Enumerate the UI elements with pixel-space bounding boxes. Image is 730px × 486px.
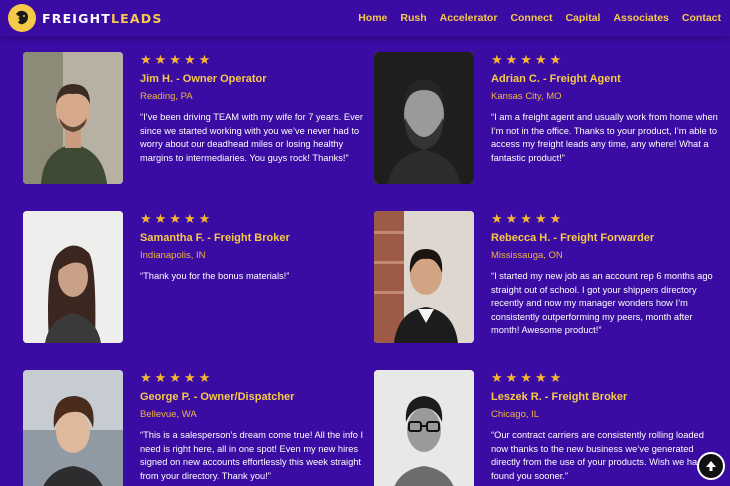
lion-logo-icon: [8, 4, 36, 32]
avatar-rebecca: [374, 211, 474, 343]
avatar-leszek: [374, 370, 474, 486]
testimonial-name: George P. - Owner/Dispatcher: [140, 391, 295, 403]
testimonial-quote: “I’ve been driving TEAM with my wife for…: [140, 112, 364, 163]
brand-name: FREIGHTLEADS: [42, 11, 163, 26]
testimonial-location: Bellevue, WA: [140, 409, 197, 420]
nav-connect[interactable]: Connect: [510, 12, 552, 24]
avatar-jim: [23, 52, 123, 184]
testimonial-quote: “This is a salesperson’s dream come true…: [140, 430, 364, 481]
nav-contact[interactable]: Contact: [682, 12, 721, 24]
main-nav: Home Rush Accelerator Connect Capital As…: [345, 0, 721, 36]
nav-capital[interactable]: Capital: [565, 12, 600, 24]
rating-stars: ★★★★★: [491, 211, 565, 226]
nav-rush[interactable]: Rush: [400, 12, 426, 24]
testimonial-name: Jim H. - Owner Operator: [140, 73, 267, 85]
avatar-adrian: [374, 52, 474, 184]
testimonial-quote: “Thank you for the bonus materials!”: [140, 271, 290, 281]
nav-accelerator[interactable]: Accelerator: [440, 12, 498, 24]
avatar-samantha: [23, 211, 123, 343]
testimonial-name: Rebecca H. - Freight Forwarder: [491, 232, 655, 244]
scroll-to-top-button[interactable]: [697, 452, 725, 480]
testimonial-location: Reading, PA: [140, 91, 193, 102]
testimonial-quote: “Our contract carriers are consistently …: [491, 430, 704, 481]
testimonial-location: Kansas City, MO: [491, 91, 562, 102]
nav-home[interactable]: Home: [358, 12, 387, 24]
brand-name-part1: FREIGHT: [42, 10, 112, 26]
rating-stars: ★★★★★: [491, 52, 565, 67]
brand-logo[interactable]: FREIGHTLEADS: [8, 4, 163, 32]
brand-name-part2: LEADS: [111, 10, 163, 26]
avatar-george: [23, 370, 123, 486]
rating-stars: ★★★★★: [491, 370, 565, 385]
rating-stars: ★★★★★: [140, 52, 214, 67]
top-navbar: FREIGHTLEADS Home Rush Accelerator Conne…: [0, 0, 730, 36]
arrow-up-icon: [706, 461, 716, 471]
testimonial-location: Mississauga, ON: [491, 250, 563, 261]
testimonial-name: Leszek R. - Freight Broker: [491, 391, 628, 403]
rating-stars: ★★★★★: [140, 370, 214, 385]
nav-associates[interactable]: Associates: [613, 12, 668, 24]
testimonial-name: Adrian C. - Freight Agent: [491, 73, 621, 85]
testimonial-quote: “I am a freight agent and usually work f…: [491, 112, 718, 163]
testimonial-quote: “I started my new job as an account rep …: [491, 271, 713, 336]
rating-stars: ★★★★★: [140, 211, 214, 226]
testimonial-name: Samantha F. - Freight Broker: [140, 232, 290, 244]
testimonial-location: Chicago, IL: [491, 409, 540, 420]
testimonial-location: Indianapolis, IN: [140, 250, 206, 261]
